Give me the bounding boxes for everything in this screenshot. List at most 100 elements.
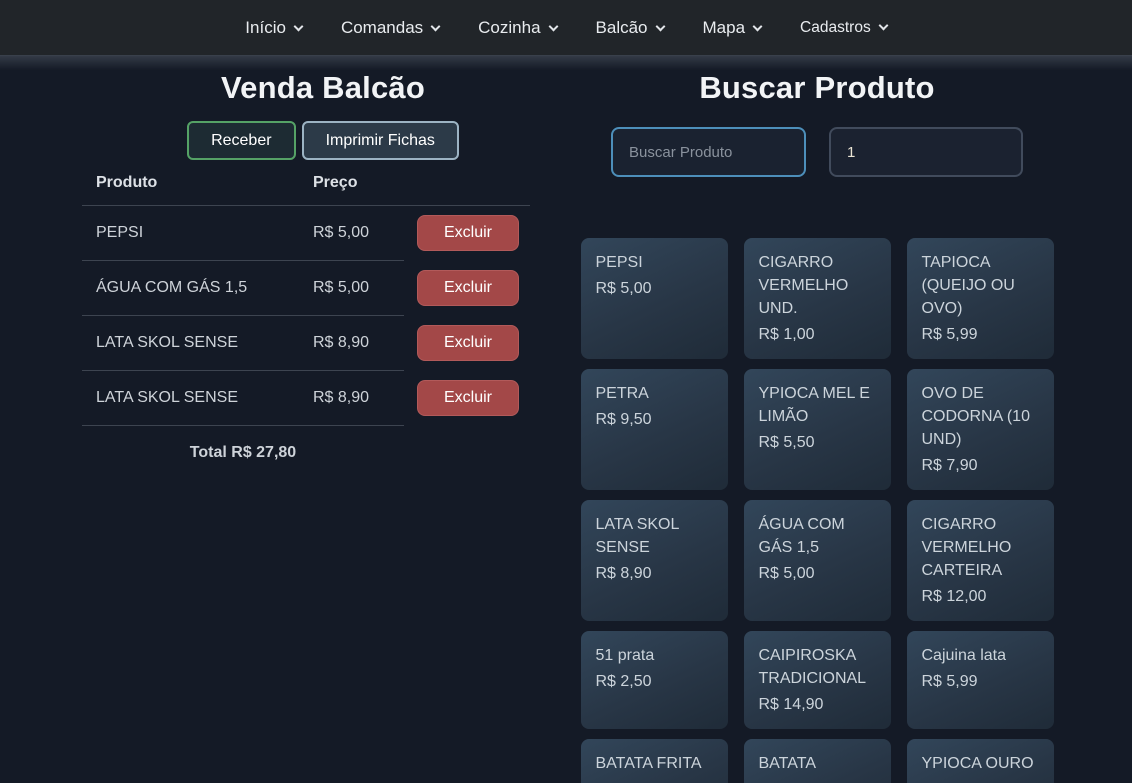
- product-card[interactable]: CAIPIROSKA TRADICIONAL R$ 14,90: [744, 631, 891, 729]
- chevron-down-icon: [753, 21, 763, 31]
- cart-row-action-cell: Excluir: [404, 371, 530, 426]
- product-card-price: R$ 5,50: [759, 431, 876, 454]
- cart-table-row: PEPSI R$ 5,00 Excluir: [82, 206, 530, 261]
- nav-item-mapa[interactable]: Mapa: [703, 18, 762, 38]
- product-card-name: BATATA FRITA: [596, 752, 713, 775]
- cart-total-spacer: [404, 426, 530, 481]
- cart-table: Produto Preço PEPSI R$ 5,00 Excluir ÁGUA…: [82, 168, 530, 480]
- product-card[interactable]: 51 prata R$ 2,50: [581, 631, 728, 729]
- nav-item-cadastros[interactable]: Cadastros: [800, 19, 887, 37]
- product-card-price: R$ 8,90: [596, 562, 713, 585]
- cart-table-row: LATA SKOL SENSE R$ 8,90 Excluir: [82, 371, 530, 426]
- cart-total-row: Total R$ 27,80: [82, 426, 530, 481]
- nav-item-label: Início: [245, 18, 286, 37]
- cart-table-header-row: Produto Preço: [82, 168, 530, 206]
- nav-item-label: Comandas: [341, 18, 423, 37]
- product-card-name: 51 prata: [596, 644, 713, 667]
- cart-row-action-cell: Excluir: [404, 206, 530, 261]
- action-buttons-row: Receber Imprimir Fichas: [80, 121, 566, 160]
- product-card[interactable]: YPIOCA OURO: [907, 739, 1054, 783]
- nav-item-cozinha[interactable]: Cozinha: [478, 18, 556, 38]
- chevron-down-icon: [293, 21, 303, 31]
- product-card-price: R$ 5,99: [922, 323, 1039, 346]
- product-card[interactable]: PEPSI R$ 5,00: [581, 238, 728, 359]
- nav-item-inicio[interactable]: Início: [245, 18, 302, 38]
- product-card-name: BATATA: [759, 752, 876, 775]
- product-card-price: R$ 2,50: [596, 670, 713, 693]
- product-card-name: OVO DE CODORNA (10 UND): [922, 382, 1039, 451]
- product-card-name: CAIPIROSKA TRADICIONAL: [759, 644, 876, 690]
- chevron-down-icon: [431, 21, 441, 31]
- product-card[interactable]: Cajuina lata R$ 5,99: [907, 631, 1054, 729]
- product-card-price: R$ 7,90: [922, 454, 1039, 477]
- product-card[interactable]: CIGARRO VERMELHO CARTEIRA R$ 12,00: [907, 500, 1054, 621]
- quantity-input[interactable]: [829, 127, 1023, 177]
- product-card-name: CIGARRO VERMELHO CARTEIRA: [922, 513, 1039, 582]
- product-card[interactable]: ÁGUA COM GÁS 1,5 R$ 5,00: [744, 500, 891, 621]
- imprimir-fichas-button[interactable]: Imprimir Fichas: [302, 121, 459, 160]
- excluir-button[interactable]: Excluir: [417, 270, 519, 306]
- cart-row-action-cell: Excluir: [404, 316, 530, 371]
- top-navbar: Início Comandas Cozinha Balcão Mapa Cada…: [0, 0, 1132, 55]
- product-card[interactable]: YPIOCA MEL E LIMÃO R$ 5,50: [744, 369, 891, 490]
- chevron-down-icon: [878, 20, 888, 30]
- cart-product-name: ÁGUA COM GÁS 1,5: [82, 261, 299, 316]
- cart-product-name: LATA SKOL SENSE: [82, 316, 299, 371]
- cart-product-price: R$ 5,00: [299, 206, 404, 261]
- receber-button[interactable]: Receber: [187, 121, 295, 160]
- product-card[interactable]: BATATA: [744, 739, 891, 783]
- product-card-name: Cajuina lata: [922, 644, 1039, 667]
- nav-item-label: Balcão: [596, 18, 648, 37]
- search-input[interactable]: [611, 127, 806, 177]
- nav-item-balcao[interactable]: Balcão: [596, 18, 664, 38]
- product-card-price: R$ 5,00: [759, 562, 876, 585]
- venda-balcao-title: Venda Balcão: [80, 70, 566, 106]
- venda-balcao-panel: Venda Balcão Receber Imprimir Fichas Pro…: [80, 55, 566, 480]
- product-card[interactable]: TAPIOCA (QUEIJO OU OVO) R$ 5,99: [907, 238, 1054, 359]
- product-card[interactable]: LATA SKOL SENSE R$ 8,90: [581, 500, 728, 621]
- excluir-button[interactable]: Excluir: [417, 215, 519, 251]
- product-card-price: R$ 5,99: [922, 670, 1039, 693]
- nav-item-comandas[interactable]: Comandas: [341, 18, 439, 38]
- action-column-header: [404, 168, 530, 206]
- main-content: Venda Balcão Receber Imprimir Fichas Pro…: [0, 55, 1132, 783]
- cart-product-name: LATA SKOL SENSE: [82, 371, 299, 426]
- cart-product-price: R$ 5,00: [299, 261, 404, 316]
- preco-column-header: Preço: [299, 168, 404, 206]
- chevron-down-icon: [655, 21, 665, 31]
- product-card[interactable]: CIGARRO VERMELHO UND. R$ 1,00: [744, 238, 891, 359]
- product-card-price: R$ 12,00: [922, 585, 1039, 608]
- product-card-price: R$ 1,00: [759, 323, 876, 346]
- product-card-name: LATA SKOL SENSE: [596, 513, 713, 559]
- excluir-button[interactable]: Excluir: [417, 325, 519, 361]
- nav-item-label: Cadastros: [800, 19, 871, 36]
- search-inputs-row: [576, 127, 1058, 177]
- nav-item-label: Mapa: [703, 18, 746, 37]
- product-card-price: R$ 14,90: [759, 693, 876, 716]
- product-card-name: PEPSI: [596, 251, 713, 274]
- excluir-button[interactable]: Excluir: [417, 380, 519, 416]
- chevron-down-icon: [548, 21, 558, 31]
- buscar-produto-title: Buscar Produto: [576, 70, 1058, 106]
- product-card-name: CIGARRO VERMELHO UND.: [759, 251, 876, 320]
- product-card[interactable]: BATATA FRITA: [581, 739, 728, 783]
- cart-row-action-cell: Excluir: [404, 261, 530, 316]
- cart-table-row: LATA SKOL SENSE R$ 8,90 Excluir: [82, 316, 530, 371]
- product-card-name: YPIOCA MEL E LIMÃO: [759, 382, 876, 428]
- product-grid: PEPSI R$ 5,00 CIGARRO VERMELHO UND. R$ 1…: [581, 238, 1054, 783]
- cart-product-price: R$ 8,90: [299, 316, 404, 371]
- product-card-price: R$ 5,00: [596, 277, 713, 300]
- product-card-name: TAPIOCA (QUEIJO OU OVO): [922, 251, 1039, 320]
- product-card[interactable]: PETRA R$ 9,50: [581, 369, 728, 490]
- cart-table-row: ÁGUA COM GÁS 1,5 R$ 5,00 Excluir: [82, 261, 530, 316]
- product-card-name: YPIOCA OURO: [922, 752, 1039, 775]
- produto-column-header: Produto: [82, 168, 299, 206]
- product-card[interactable]: OVO DE CODORNA (10 UND) R$ 7,90: [907, 369, 1054, 490]
- product-card-name: ÁGUA COM GÁS 1,5: [759, 513, 876, 559]
- product-card-name: PETRA: [596, 382, 713, 405]
- nav-item-label: Cozinha: [478, 18, 540, 37]
- buscar-produto-panel: Buscar Produto PEPSI R$ 5,00 CIGARRO VER…: [576, 55, 1058, 783]
- product-card-price: R$ 9,50: [596, 408, 713, 431]
- cart-total: Total R$ 27,80: [82, 426, 404, 481]
- cart-product-price: R$ 8,90: [299, 371, 404, 426]
